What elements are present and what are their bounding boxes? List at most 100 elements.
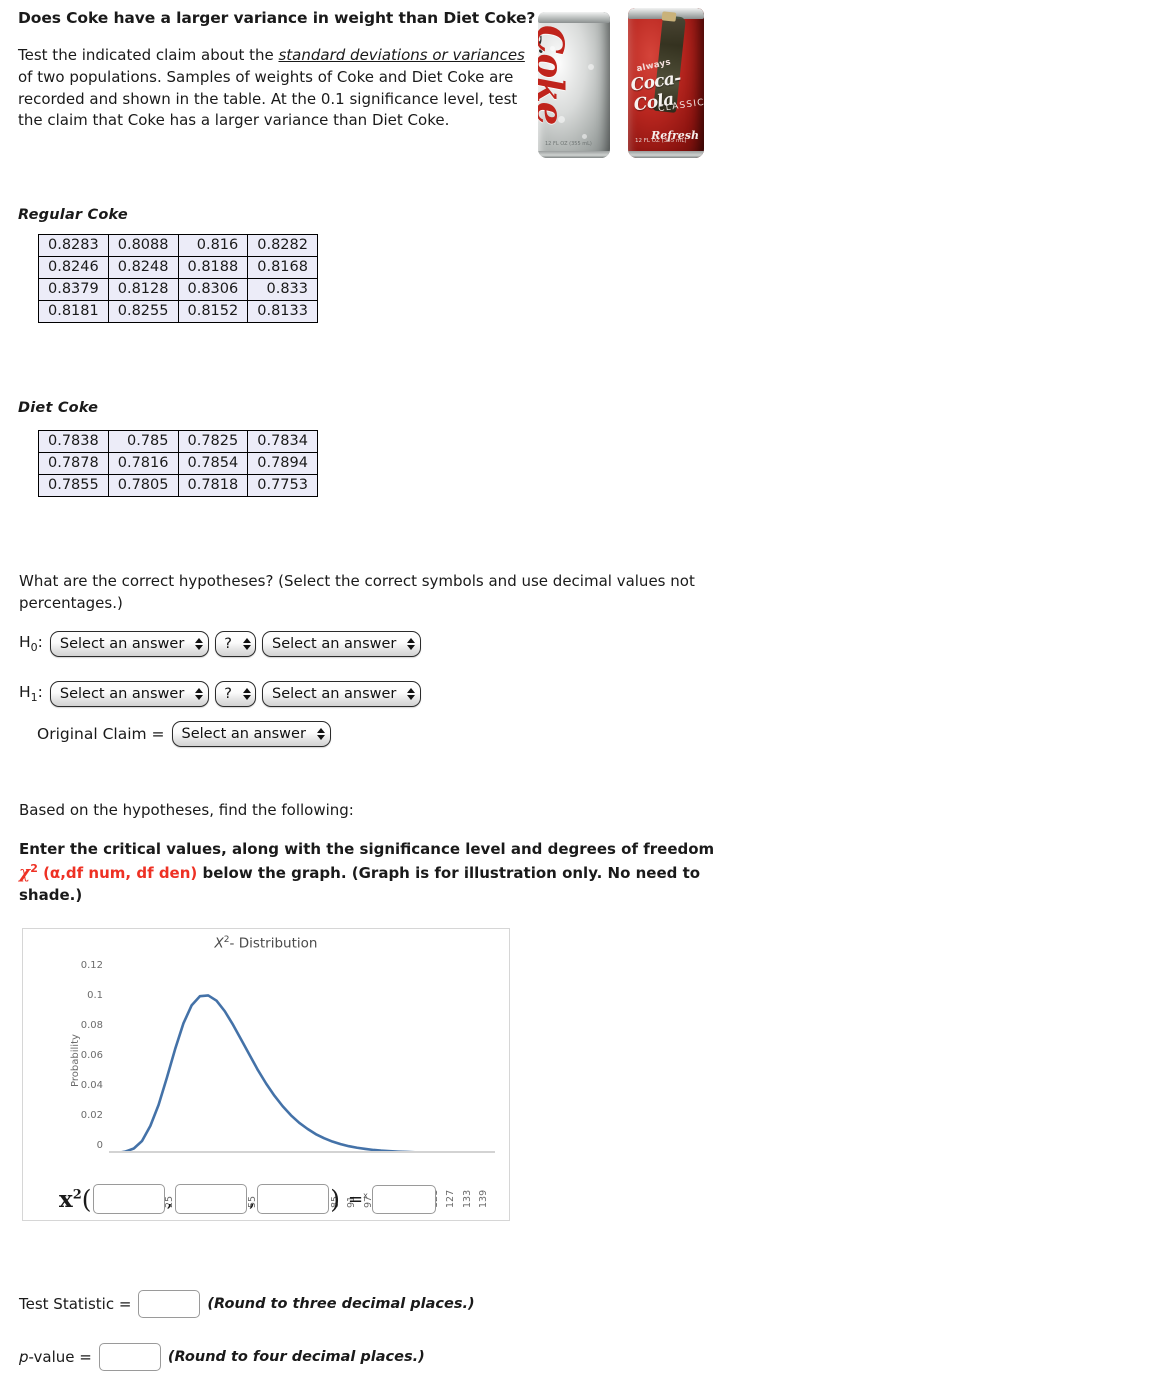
p-value-label: p-value = [19,1348,92,1366]
h1-right-select[interactable]: Select an answer [262,681,422,707]
table-cell: 0.816 [177,234,249,257]
table-cell: 0.7816 [107,452,179,475]
h1-operator-select[interactable]: ? [215,681,256,707]
test-statistic-input[interactable] [138,1290,201,1318]
original-claim-select-value: Select an answer [181,726,306,742]
original-claim-label: Original Claim = [37,725,165,743]
chart-title-rest: - Distribution [229,935,318,952]
table-cell: 0.8128 [107,278,179,301]
h0-left-select[interactable]: Select an answer [49,631,210,657]
chevron-updown-icon [195,637,204,651]
chi-square-curve [109,963,495,1153]
table-cell: 0.8088 [107,234,179,257]
original-claim-row: Original Claim = Select an answer [37,721,337,747]
table-row: 0.7838 0.785 0.7825 0.7834 [38,430,318,453]
chi-square-exponent: 2 [30,861,38,875]
condensation-drop-icon [588,64,594,70]
test-statistic-note: (Round to three decimal places.) [207,1296,475,1312]
critical-values-line1: Enter the critical values, along with th… [19,840,715,858]
h0-row: H0: Select an answer ? Select an answer [19,631,427,657]
chevron-updown-icon [407,637,416,651]
chevron-updown-icon [407,687,416,701]
y-tick-label: 0.08 [80,1020,103,1031]
test-statistic-row: Test Statistic = (Round to three decimal… [19,1290,475,1318]
table-cell: 0.7805 [107,474,179,497]
critical-value-input-2[interactable] [174,1184,247,1214]
diet-can-brand-line2: Coke [538,25,572,125]
h0-left-select-value: Select an answer [59,636,185,652]
answer-chi-symbol: x2 [59,1188,82,1211]
question-body-part1: Test the indicated claim about the [18,46,279,65]
open-paren: ( [81,1184,92,1214]
condensation-drop-icon [550,46,555,51]
table-cell: 0.8133 [247,300,318,323]
table-cell: 0.7818 [177,474,249,497]
hypotheses-prompt: What are the correct hypotheses? (Select… [19,572,695,612]
h1-subscript: 1 [30,691,38,705]
table-cell: 0.7878 [38,452,109,475]
chart-y-axis-ticks: 0.12 0.1 0.08 0.06 0.04 0.02 0 [59,929,103,1220]
based-on-hypotheses-text: Based on the hypotheses, find the follow… [19,801,354,819]
chevron-updown-icon [195,687,204,701]
critical-value-result-input[interactable] [371,1184,436,1214]
table-row: 0.7878 0.7816 0.7854 0.7894 [38,452,318,475]
p-value-label-p: p [19,1348,29,1366]
critical-value-input-3[interactable] [257,1184,330,1214]
critical-value-input-1[interactable] [92,1184,165,1214]
table-cell: 0.8168 [247,256,318,279]
comma-separator: , [248,1187,256,1211]
answer-chi-base: x [59,1185,73,1213]
h0-operator-select[interactable]: ? [215,631,256,657]
y-tick-label: 0.02 [80,1110,103,1121]
table-cell: 0.8248 [107,256,179,279]
table-cell: 0.8283 [38,234,109,257]
chevron-updown-icon [316,727,325,741]
critical-values-answer-row: x2 ( , , ) =x [59,1184,437,1214]
question-body-emphasis: standard deviations or variances [278,46,525,65]
question-body: Test the indicated claim about the stand… [18,45,528,132]
chevron-updown-icon [243,637,251,651]
condensation-drop-icon [582,134,587,139]
can-lid-icon [538,12,610,23]
regular-coke-table: 0.8283 0.8088 0.816 0.8282 0.8246 0.8248… [38,234,318,323]
h1-row: H1: Select an answer ? Select an answer [19,681,427,707]
equals-superscript: x [363,1190,368,1200]
bottle-cap-icon [661,11,677,22]
table-cell: 0.8246 [38,256,109,279]
y-tick-label: 0.12 [80,960,103,971]
can-base-icon [628,151,704,158]
h0-right-select[interactable]: Select an answer [262,631,422,657]
diet-coke-table-body: 0.7838 0.785 0.7825 0.7834 0.7878 0.7816… [38,430,318,497]
table-cell: 0.7894 [247,452,318,475]
p-value-row: p-value = (Round to four decimal places.… [19,1343,425,1371]
question-body-part2: of two populations. Samples of weights o… [18,67,518,130]
p-value-label-rest: -value = [28,1348,92,1366]
table-cell: 0.8181 [38,300,109,323]
condensation-drop-icon [558,116,565,123]
critical-values-instruction: Enter the critical values, along with th… [19,839,729,907]
original-claim-select[interactable]: Select an answer [171,721,331,747]
y-tick-label: 0 [96,1140,103,1151]
h0-subscript: 0 [30,641,38,655]
table-cell: 0.785 [107,430,179,453]
chart-x-axis-line [109,1150,495,1153]
close-paren: ) [330,1184,341,1214]
h1-operator-select-value: ? [224,686,232,702]
x-tick-label: 133 [461,1189,473,1208]
p-value-input[interactable] [98,1343,161,1371]
table-cell: 0.8306 [177,278,249,301]
table-cell: 0.8379 [38,278,109,301]
test-statistic-label: Test Statistic = [19,1295,132,1313]
table-cell: 0.7753 [247,474,318,497]
table-cell: 0.833 [247,278,318,301]
table-cell: 0.7834 [247,430,318,453]
h0-label: H0: [19,633,43,655]
chi-square-chart: X2- Distribution Probability 0.12 0.1 0.… [22,928,510,1221]
equals-sign: =x [348,1189,368,1210]
chart-title-base: X [214,935,224,952]
answer-chi-exponent: 2 [72,1186,82,1202]
h1-left-select[interactable]: Select an answer [49,681,210,707]
h1-right-select-value: Select an answer [272,686,397,702]
chi-square-symbol: χ [19,862,31,883]
h1-left-select-value: Select an answer [59,686,185,702]
